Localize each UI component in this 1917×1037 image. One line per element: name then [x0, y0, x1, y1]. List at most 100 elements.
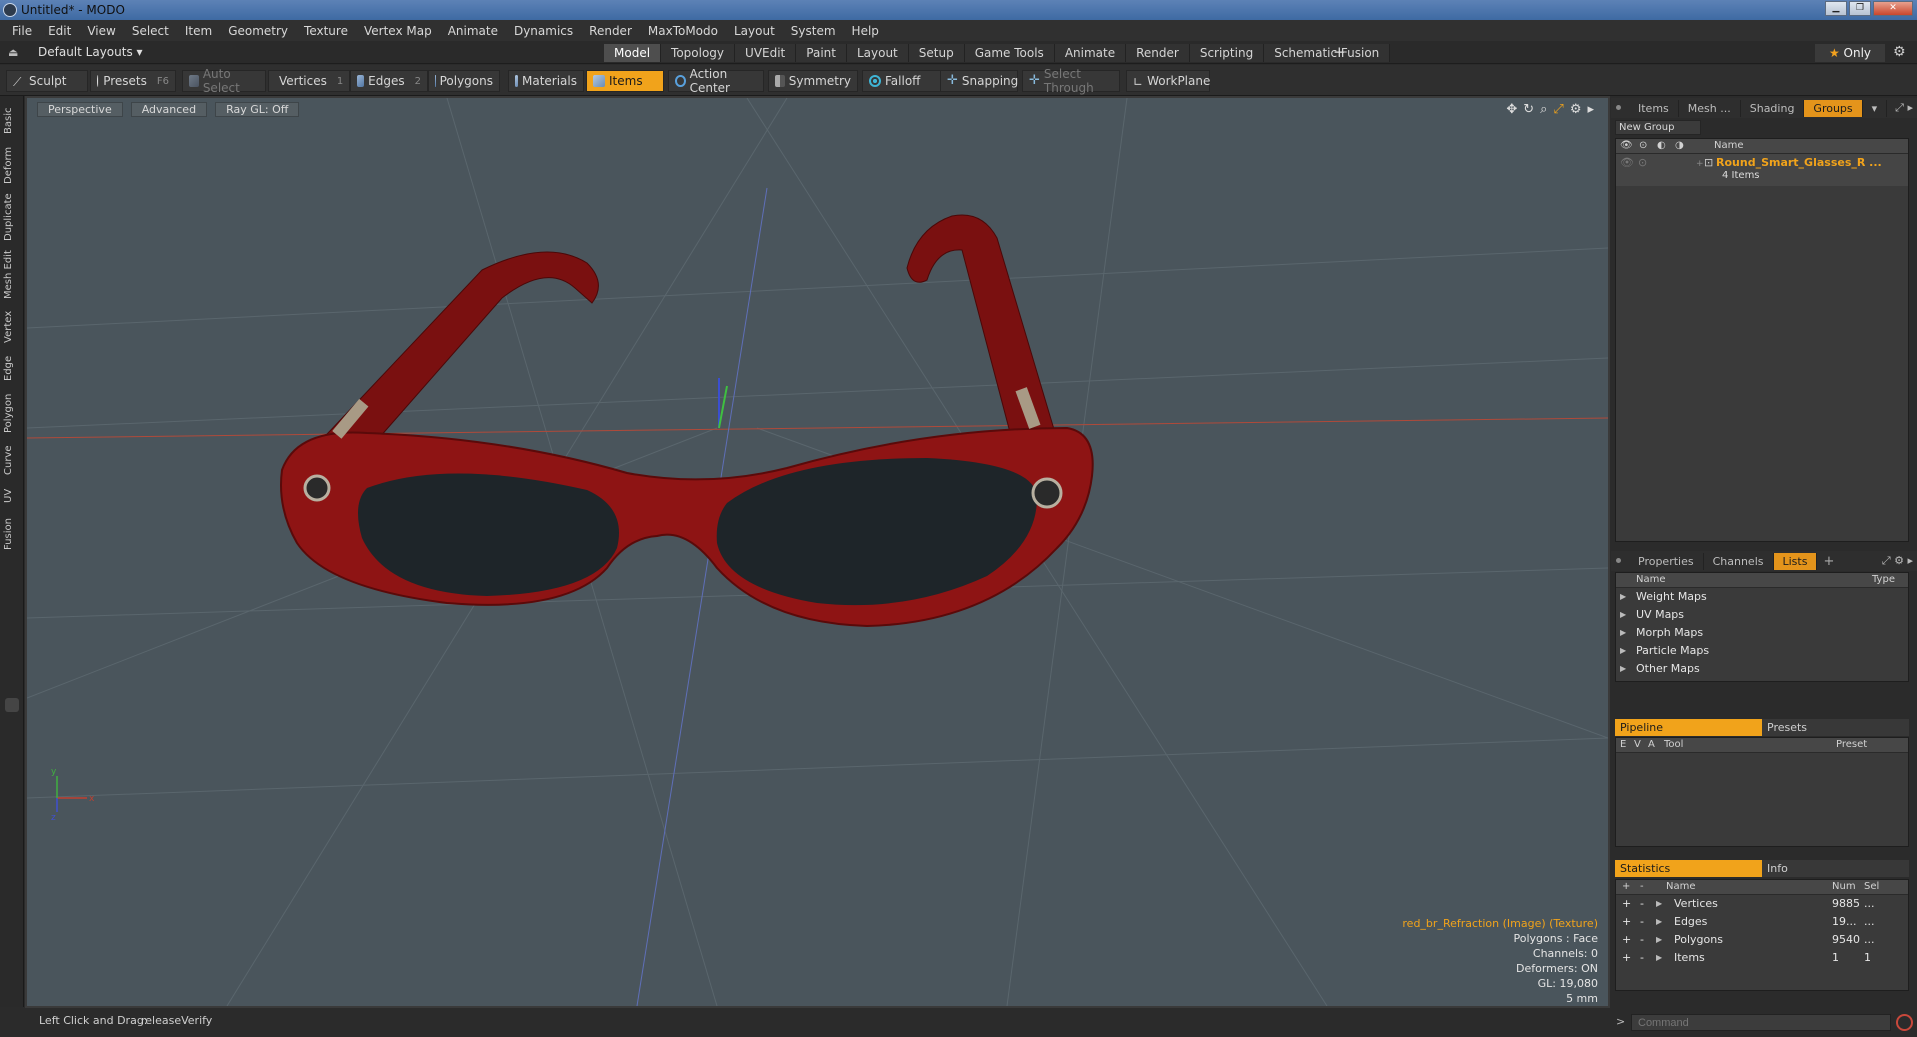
- tab-animate[interactable]: Animate: [1054, 44, 1127, 62]
- auto-select-button[interactable]: Auto Select: [182, 67, 266, 95]
- menu-help[interactable]: Help: [846, 24, 889, 38]
- tab-model[interactable]: Model: [604, 44, 662, 62]
- stats-remove-button[interactable]: -: [1640, 951, 1644, 964]
- command-input[interactable]: [1631, 1014, 1891, 1031]
- group-row[interactable]: 👁 ⊙ + ⊡ Round_Smart_Glasses_R ... 4 Item…: [1616, 154, 1908, 186]
- vtab-curve[interactable]: Curve: [3, 442, 21, 478]
- tab-render[interactable]: Render: [1126, 44, 1190, 62]
- menu-view[interactable]: View: [81, 24, 125, 38]
- close-button[interactable]: ✕: [1873, 1, 1913, 16]
- list-item[interactable]: ▶ UV Maps: [1616, 606, 1908, 624]
- tab-topology[interactable]: Topology: [661, 44, 736, 62]
- stats-add-button[interactable]: +: [1622, 951, 1631, 964]
- stats-row-polygons[interactable]: + - ▶ Polygons 9540 ...: [1616, 931, 1908, 949]
- sculpt-button[interactable]: ⟋ Sculpt: [6, 70, 88, 92]
- only-toggle[interactable]: ★ Only: [1815, 44, 1885, 62]
- row-visibility-icon[interactable]: 👁: [1620, 156, 1634, 169]
- list-item[interactable]: ▶ Morph Maps: [1616, 624, 1908, 642]
- advanced-dropdown[interactable]: Advanced: [130, 102, 208, 117]
- command-history-icon[interactable]: [1896, 1014, 1913, 1031]
- viewport-expand-icon[interactable]: ▸: [1587, 102, 1594, 117]
- stats-add-button[interactable]: +: [1622, 933, 1631, 946]
- tab-items[interactable]: Items: [1629, 99, 1679, 117]
- vtab-edge[interactable]: Edge: [3, 352, 21, 384]
- new-group-button[interactable]: New Group: [1615, 120, 1701, 135]
- expand-icon[interactable]: +: [1696, 159, 1704, 169]
- tab-setup[interactable]: Setup: [908, 44, 965, 62]
- minimize-button[interactable]: ▁: [1825, 1, 1847, 16]
- vtab-uv[interactable]: UV: [3, 484, 21, 508]
- layout-dropdown[interactable]: Default Layouts ▾: [38, 45, 143, 59]
- stats-remove-button[interactable]: -: [1640, 897, 1644, 910]
- gear-icon[interactable]: ⚙: [1893, 44, 1906, 60]
- menu-file[interactable]: File: [6, 24, 42, 38]
- list-item[interactable]: ▶ Other Maps: [1616, 660, 1908, 678]
- row-lock-icon[interactable]: ⊙: [1638, 156, 1647, 169]
- tab-paint[interactable]: Paint: [796, 44, 847, 62]
- vtab-fusion[interactable]: Fusion: [3, 514, 21, 554]
- presets-button[interactable]: Presets F6: [90, 70, 176, 92]
- fit-icon[interactable]: ⤢: [1553, 102, 1563, 117]
- expand-triangle-icon[interactable]: ▶: [1656, 935, 1662, 944]
- stats-remove-button[interactable]: -: [1640, 915, 1644, 928]
- perspective-dropdown[interactable]: Perspective: [37, 102, 123, 117]
- group-name[interactable]: Round_Smart_Glasses_R ...: [1716, 156, 1882, 169]
- sidebar-toggle-button[interactable]: [5, 698, 19, 712]
- vtab-duplicate[interactable]: Duplicate: [3, 192, 21, 242]
- layout-menu-icon[interactable]: ⏏: [8, 46, 18, 59]
- stats-row-edges[interactable]: + - ▶ Edges 19... ...: [1616, 913, 1908, 931]
- add-tab-button[interactable]: +: [1333, 43, 1346, 61]
- stats-row-vertices[interactable]: + - ▶ Vertices 9885 ...: [1616, 895, 1908, 913]
- tab-schematic-fusion[interactable]: Schematic Fusion: [1264, 44, 1391, 62]
- menu-edit[interactable]: Edit: [42, 24, 81, 38]
- 3d-viewport[interactable]: x y z Perspective Advanced Ray GL: Off ✥…: [25, 96, 1610, 1008]
- raygl-dropdown[interactable]: Ray GL: Off: [215, 102, 300, 117]
- rotate-icon[interactable]: ↻: [1523, 102, 1534, 117]
- menu-texture[interactable]: Texture: [298, 24, 358, 38]
- expand-triangle-icon[interactable]: ▶: [1620, 628, 1626, 637]
- select-through-button[interactable]: ✛ Select Through: [1022, 67, 1120, 95]
- tab-info[interactable]: Info: [1762, 860, 1909, 877]
- snapping-button[interactable]: ✛ Snapping: [940, 70, 1018, 92]
- tab-uvedit[interactable]: UVEdit: [735, 44, 797, 62]
- menu-render[interactable]: Render: [583, 24, 642, 38]
- menu-system[interactable]: System: [785, 24, 846, 38]
- tab-shading[interactable]: Shading: [1741, 99, 1805, 117]
- tab-lists[interactable]: Lists: [1773, 552, 1818, 570]
- menu-layout[interactable]: Layout: [728, 24, 785, 38]
- expand-triangle-icon[interactable]: ▶: [1620, 592, 1626, 601]
- panel-expand-icon[interactable]: ⤢ ▸: [1895, 101, 1913, 115]
- tab-properties[interactable]: Properties: [1629, 552, 1704, 570]
- viewport-gear-icon[interactable]: ⚙: [1570, 102, 1582, 117]
- stats-add-button[interactable]: +: [1622, 915, 1631, 928]
- list-item[interactable]: ▶ Particle Maps: [1616, 642, 1908, 660]
- tab-pipeline[interactable]: Pipeline: [1615, 719, 1762, 736]
- tab-layout[interactable]: Layout: [846, 44, 909, 62]
- falloff-button[interactable]: Falloff: [862, 70, 944, 92]
- expand-triangle-icon[interactable]: ▶: [1656, 917, 1662, 926]
- vertices-button[interactable]: Vertices 1: [268, 70, 350, 92]
- stats-add-button[interactable]: +: [1622, 897, 1631, 910]
- tab-statistics[interactable]: Statistics: [1615, 860, 1762, 877]
- menu-maxtomodo[interactable]: MaxToModo: [642, 24, 728, 38]
- items-button[interactable]: Items: [586, 70, 664, 92]
- workplane-button[interactable]: ∟ WorkPlane: [1126, 70, 1210, 92]
- list-item[interactable]: ▶ Weight Maps: [1616, 588, 1908, 606]
- tab-scripting[interactable]: Scripting: [1189, 44, 1265, 62]
- maximize-button[interactable]: ❐: [1849, 1, 1871, 16]
- vtab-basic[interactable]: Basic: [3, 102, 21, 140]
- menu-dynamics[interactable]: Dynamics: [508, 24, 583, 38]
- symmetry-button[interactable]: Symmetry: [768, 70, 858, 92]
- add-panel-tab-icon[interactable]: +: [1817, 554, 1834, 569]
- menu-geometry[interactable]: Geometry: [222, 24, 298, 38]
- vtab-mesh-edit[interactable]: Mesh Edit: [3, 248, 21, 302]
- panel-expand-icon-2[interactable]: ⤢ ⚙ ▸: [1882, 554, 1913, 568]
- stats-row-items[interactable]: + - ▶ Items 1 1: [1616, 949, 1908, 967]
- vtab-vertex[interactable]: Vertex: [3, 308, 21, 346]
- polygons-button[interactable]: Polygons: [428, 70, 500, 92]
- menu-vertex-map[interactable]: Vertex Map: [358, 24, 442, 38]
- menu-select[interactable]: Select: [126, 24, 179, 38]
- action-center-button[interactable]: Action Center: [668, 67, 764, 95]
- vtab-deform[interactable]: Deform: [3, 144, 21, 186]
- tab-game-tools[interactable]: Game Tools: [964, 44, 1055, 62]
